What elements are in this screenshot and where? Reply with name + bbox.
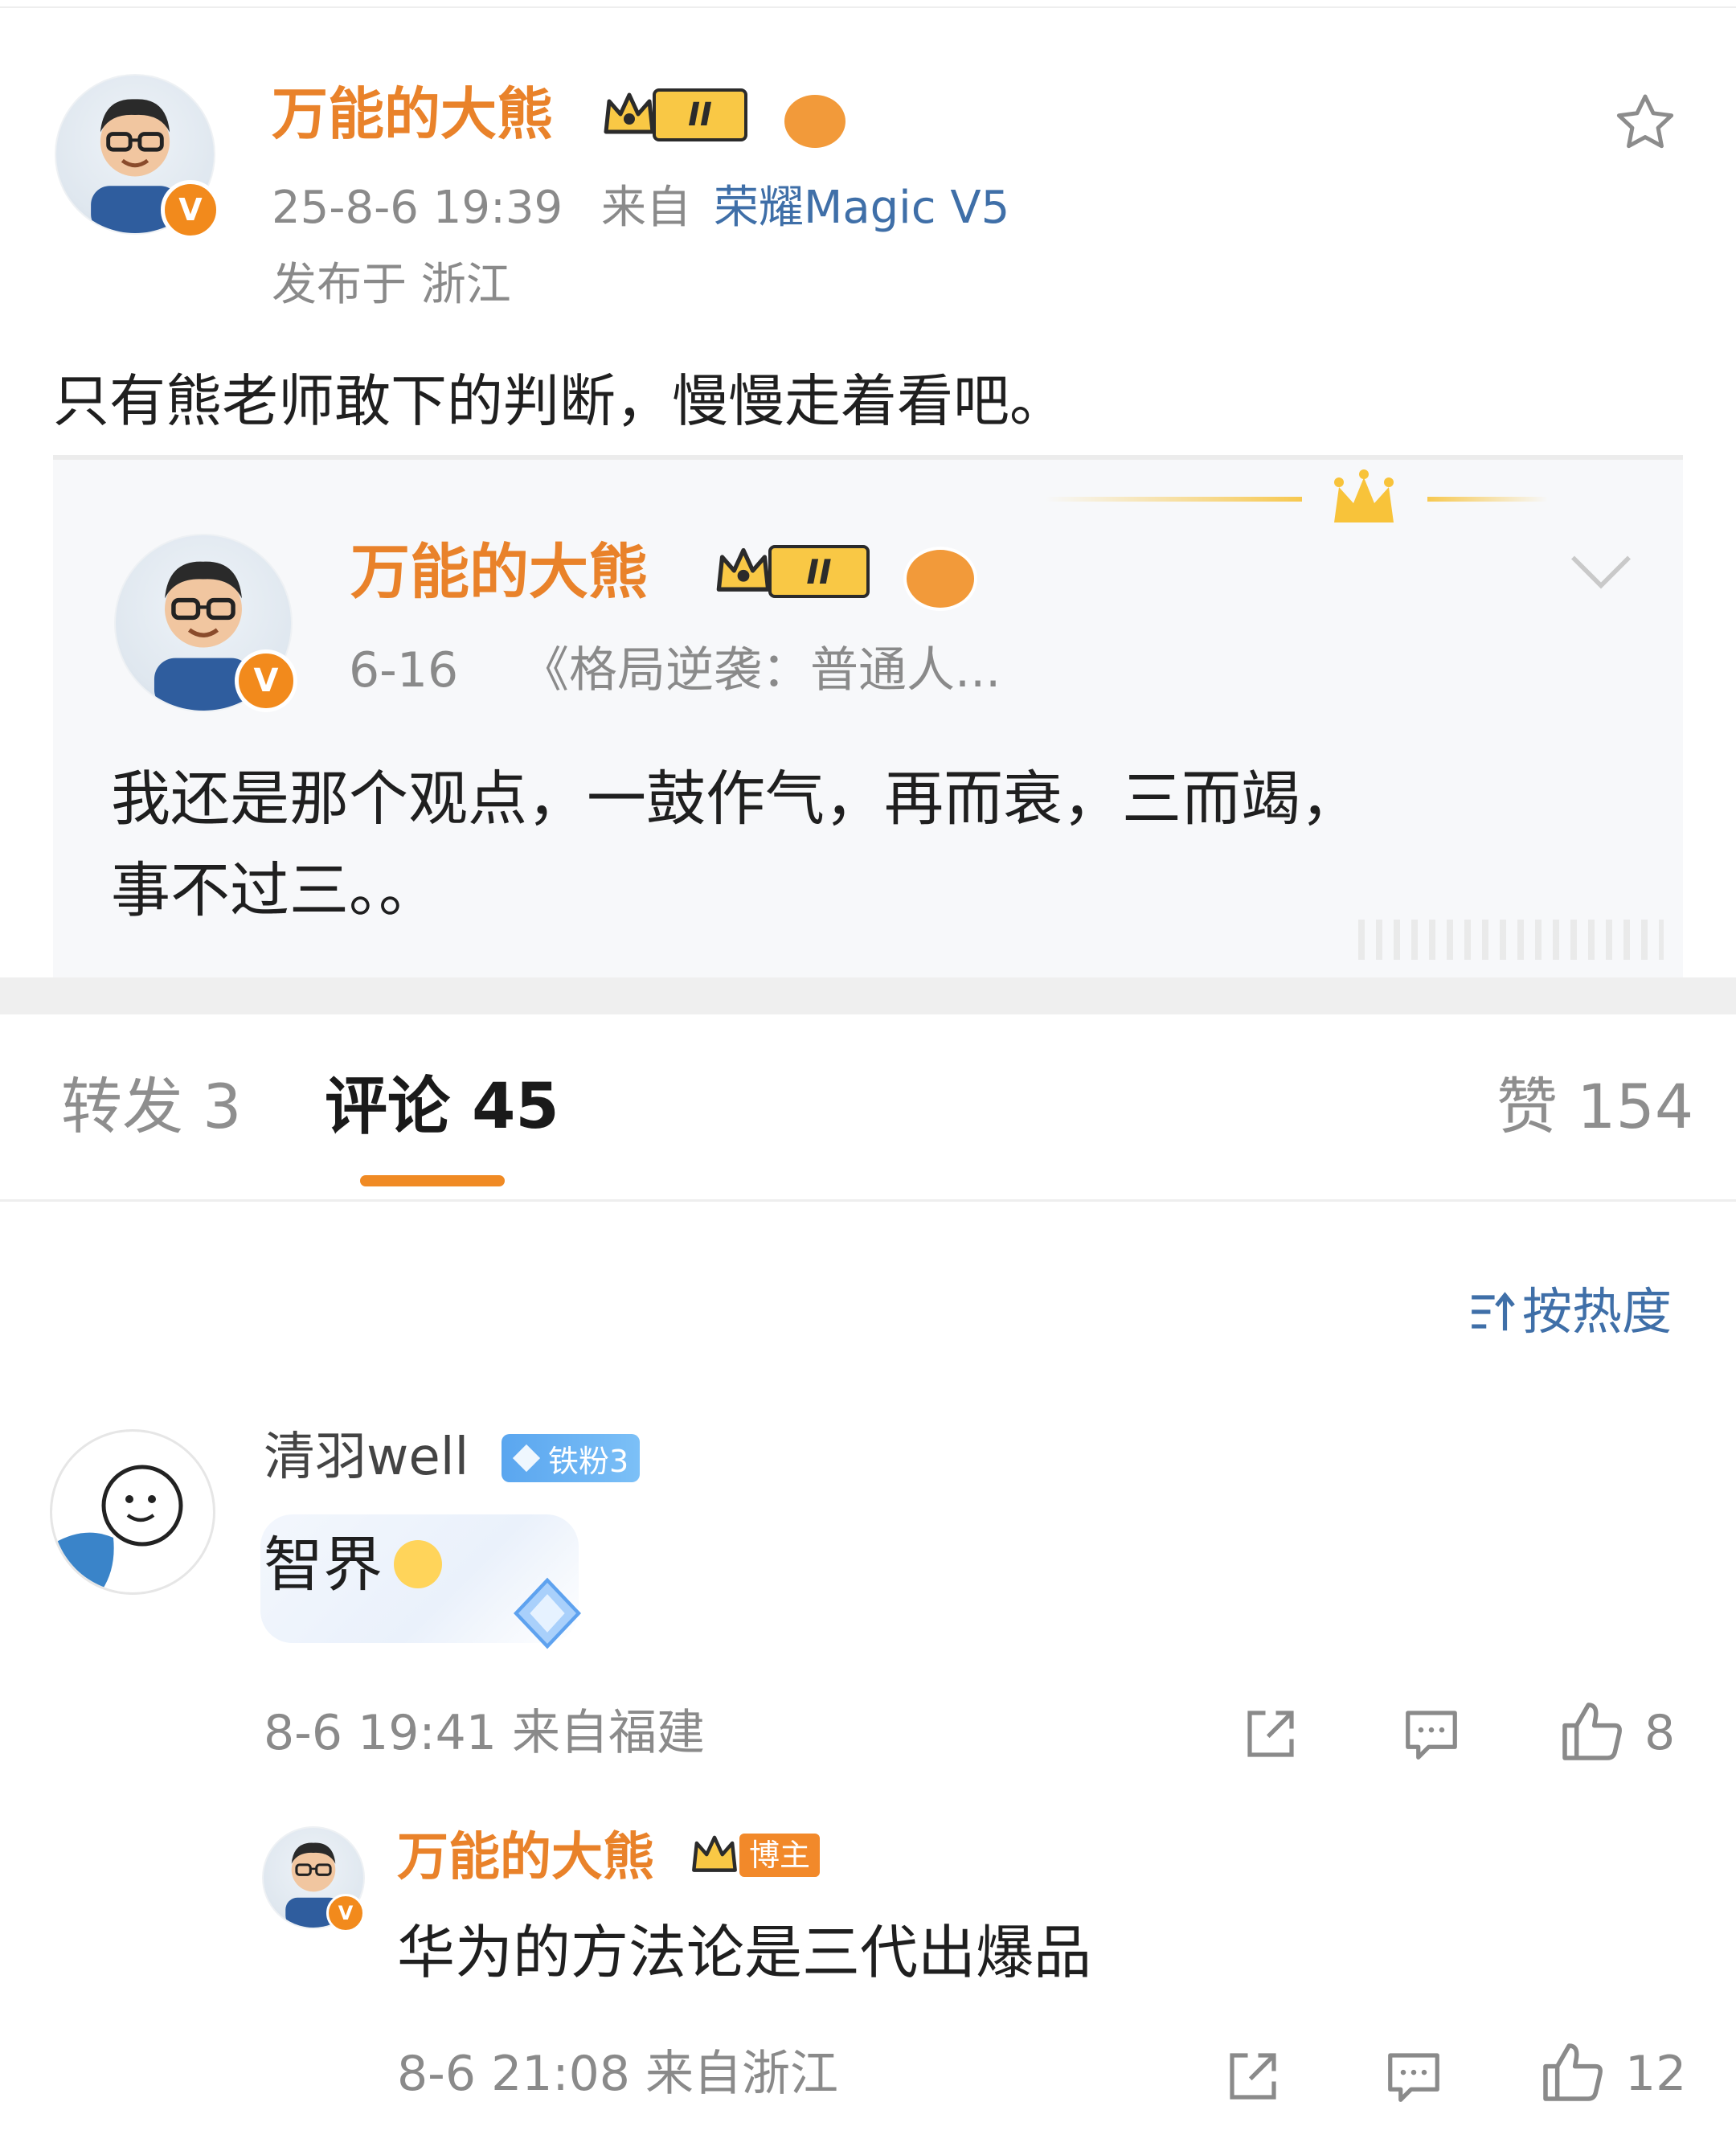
quoted-crown-level-badge: II [714, 545, 870, 598]
reply-verified-badge: V [326, 1894, 365, 1932]
post-source-device[interactable]: 荣耀Magic V5 [714, 182, 1009, 235]
crown-level-badge: II [601, 88, 747, 141]
commenter-name[interactable]: 清羽well [264, 1426, 469, 1489]
chevron-down-icon[interactable] [1567, 543, 1635, 600]
quoted-post-date: 6-16 [349, 642, 459, 699]
post-location: 发布于 浙江 [272, 259, 511, 311]
quote-decor-line-right [1427, 497, 1548, 502]
reply-author-name[interactable]: 万能的大熊 [397, 1826, 654, 1889]
verified-badge: V [161, 180, 220, 240]
reply-time-location: 8-6 21:08 来自浙江 [397, 2046, 839, 2102]
emoji-icon [394, 1540, 442, 1588]
active-tab-indicator [360, 1175, 505, 1186]
sort-label: 按热度 [1522, 1282, 1673, 1341]
commenter-avatar[interactable] [50, 1429, 215, 1595]
reply-text: 华为的方法论是三代出爆品 [397, 1919, 1092, 1986]
fan-badge: 铁粉3 [502, 1434, 641, 1482]
reply-like-icon[interactable] [1537, 2037, 1607, 2108]
quote-footer-decoration [1358, 920, 1664, 960]
top-divider [0, 6, 1736, 8]
star-icon[interactable] [1611, 88, 1680, 158]
like-icon[interactable] [1556, 1696, 1627, 1767]
section-separator [0, 977, 1736, 1014]
comment-icon[interactable] [1400, 1703, 1463, 1765]
quote-crown-icon [1334, 469, 1394, 522]
quoted-content-line2: 事不过三。。 [111, 856, 438, 925]
reply-role-badge-text: 博主 [739, 1834, 821, 1877]
quoted-level-badge-text: II [768, 545, 870, 598]
tab-comments[interactable]: 评论 45 [325, 1071, 559, 1143]
tab-repost[interactable]: 转发 3 [61, 1071, 242, 1143]
reply-like-count: 12 [1625, 2046, 1687, 2102]
share-icon[interactable] [1239, 1703, 1302, 1765]
quoted-crown-icon-small [716, 547, 771, 592]
fish-badge-icon [781, 92, 849, 151]
reply-role-badge: 博主 [690, 1831, 821, 1879]
post-source-prefix: 来自 [601, 182, 691, 234]
quoted-content-line1: 我还是那个观点，一鼓作气，再而衰，三而竭， [111, 764, 1360, 834]
quote-decor-line-left [1045, 497, 1302, 502]
comment-like-count: 8 [1644, 1705, 1676, 1761]
diamond-icon [512, 1444, 541, 1473]
tabs-divider [0, 1199, 1736, 1202]
quoted-fish-badge-icon [903, 547, 977, 611]
tab-likes[interactable]: 赞 154 [1496, 1071, 1693, 1143]
quoted-author-name[interactable]: 万能的大熊 [350, 537, 648, 608]
comment-text: 智界 [264, 1530, 383, 1600]
crown-icon [604, 92, 655, 134]
quoted-verified-badge: V [235, 649, 297, 712]
quoted-post-title[interactable]: 《格局逆袭：普通人... [521, 641, 1001, 699]
reply-crown-icon [692, 1835, 737, 1872]
level-badge-text: II [653, 88, 747, 141]
post-author-name[interactable]: 万能的大熊 [272, 80, 553, 148]
reply-share-icon[interactable] [1222, 2045, 1284, 2108]
post-timestamp: 25-8-6 19:39 [272, 182, 563, 234]
sort-icon [1472, 1292, 1515, 1331]
commenter-avatar-illustration [52, 1465, 183, 1592]
comment-time-location: 8-6 19:41 来自福建 [264, 1705, 706, 1761]
bubble-diamond-decor-icon [514, 1577, 581, 1649]
reply-comment-icon[interactable] [1382, 2045, 1445, 2108]
sort-button[interactable]: 按热度 [1468, 1283, 1672, 1341]
fan-badge-text: 铁粉3 [548, 1443, 629, 1479]
post-content: 只有熊老师敢下的判断，慢慢走着看吧。 [53, 368, 1066, 434]
